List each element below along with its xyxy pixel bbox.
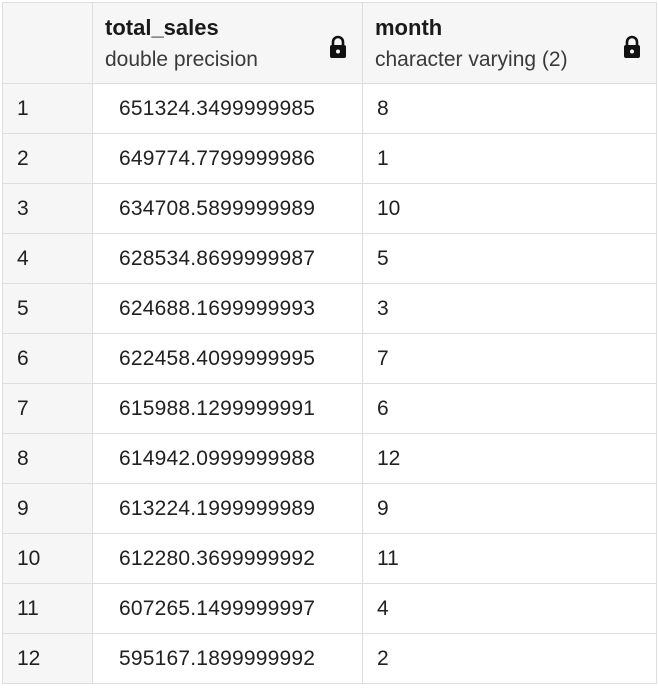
month-cell[interactable]: 7 — [362, 333, 657, 384]
table-row[interactable]: 7 615988.1299999991 6 — [2, 383, 657, 434]
total-sales-cell[interactable]: 615988.1299999991 — [92, 383, 363, 434]
row-number[interactable]: 3 — [2, 183, 93, 234]
table-row[interactable]: 2 649774.7799999986 1 — [2, 133, 657, 184]
row-number[interactable]: 7 — [2, 383, 93, 434]
lock-icon — [330, 35, 346, 58]
total-sales-cell[interactable]: 624688.1699999993 — [92, 283, 363, 334]
total-sales-cell[interactable]: 651324.3499999985 — [92, 83, 363, 134]
grid-body: 1 651324.3499999985 8 2 649774.779999998… — [2, 83, 657, 684]
table-row[interactable]: 11 607265.1499999997 4 — [2, 583, 657, 634]
month-cell[interactable]: 1 — [362, 133, 657, 184]
month-cell[interactable]: 5 — [362, 233, 657, 284]
total-sales-cell[interactable]: 628534.8699999987 — [92, 233, 363, 284]
total-sales-cell[interactable]: 614942.0999999988 — [92, 433, 363, 484]
month-cell[interactable]: 10 — [362, 183, 657, 234]
row-number-header[interactable] — [2, 2, 93, 84]
table-row[interactable]: 4 628534.8699999987 5 — [2, 233, 657, 284]
column-header-total-sales[interactable]: total_sales double precision — [92, 2, 363, 84]
row-number[interactable]: 4 — [2, 233, 93, 284]
row-number[interactable]: 12 — [2, 633, 93, 684]
column-name: month — [375, 15, 443, 40]
table-row[interactable]: 12 595167.1899999992 2 — [2, 633, 657, 684]
column-name: total_sales — [105, 15, 219, 40]
table-row[interactable]: 10 612280.3699999992 11 — [2, 533, 657, 584]
month-cell[interactable]: 12 — [362, 433, 657, 484]
table-row[interactable]: 3 634708.5899999989 10 — [2, 183, 657, 234]
row-number[interactable]: 11 — [2, 583, 93, 634]
column-header-month[interactable]: month character varying (2) — [362, 2, 657, 84]
total-sales-cell[interactable]: 595167.1899999992 — [92, 633, 363, 684]
row-number[interactable]: 6 — [2, 333, 93, 384]
row-number[interactable]: 9 — [2, 483, 93, 534]
table-row[interactable]: 8 614942.0999999988 12 — [2, 433, 657, 484]
table-row[interactable]: 1 651324.3499999985 8 — [2, 83, 657, 134]
total-sales-cell[interactable]: 613224.1999999989 — [92, 483, 363, 534]
month-cell[interactable]: 11 — [362, 533, 657, 584]
lock-icon — [624, 35, 640, 58]
table-row[interactable]: 5 624688.1699999993 3 — [2, 283, 657, 334]
table-row[interactable]: 9 613224.1999999989 9 — [2, 483, 657, 534]
total-sales-cell[interactable]: 649774.7799999986 — [92, 133, 363, 184]
column-type: double precision — [105, 48, 258, 71]
month-cell[interactable]: 6 — [362, 383, 657, 434]
total-sales-cell[interactable]: 622458.4099999995 — [92, 333, 363, 384]
column-type: character varying (2) — [375, 48, 568, 71]
month-cell[interactable]: 9 — [362, 483, 657, 534]
results-grid: total_sales double precision month chara… — [2, 2, 657, 684]
month-cell[interactable]: 8 — [362, 83, 657, 134]
month-cell[interactable]: 3 — [362, 283, 657, 334]
table-row[interactable]: 6 622458.4099999995 7 — [2, 333, 657, 384]
row-number[interactable]: 8 — [2, 433, 93, 484]
month-cell[interactable]: 2 — [362, 633, 657, 684]
total-sales-cell[interactable]: 634708.5899999989 — [92, 183, 363, 234]
total-sales-cell[interactable]: 612280.3699999992 — [92, 533, 363, 584]
total-sales-cell[interactable]: 607265.1499999997 — [92, 583, 363, 634]
row-number[interactable]: 1 — [2, 83, 93, 134]
row-number[interactable]: 5 — [2, 283, 93, 334]
row-number[interactable]: 10 — [2, 533, 93, 584]
month-cell[interactable]: 4 — [362, 583, 657, 634]
row-number[interactable]: 2 — [2, 133, 93, 184]
grid-header: total_sales double precision month chara… — [2, 2, 657, 84]
